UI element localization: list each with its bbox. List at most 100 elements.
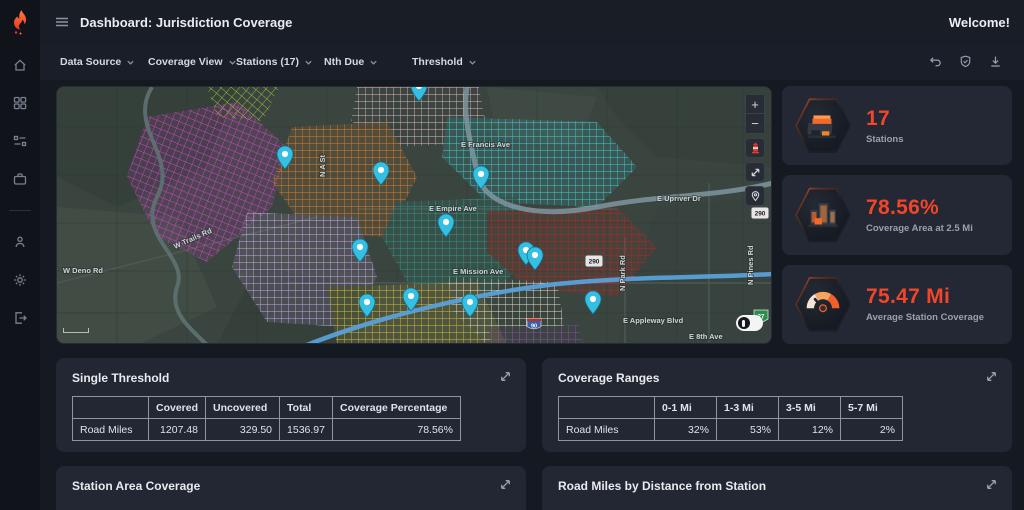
basemap-toggle[interactable] xyxy=(736,315,763,331)
cell-row-label: Road Miles xyxy=(559,419,655,441)
coverage-map[interactable]: E Francis Ave E Upriver Dr E Empire Ave … xyxy=(56,86,772,344)
expand-icon xyxy=(750,167,761,178)
sidebar xyxy=(0,0,40,510)
cell-uncovered: 329.50 xyxy=(206,419,280,441)
expand-icon[interactable] xyxy=(985,370,998,383)
street-label: N Park Rd xyxy=(618,255,627,291)
sidebar-item-settings[interactable] xyxy=(11,271,29,289)
shield-check-icon[interactable] xyxy=(958,54,974,70)
route-shield-290: 290 xyxy=(751,207,769,219)
th-uncovered: Uncovered xyxy=(206,397,280,419)
street-label: E Appleway Blvd xyxy=(623,316,684,325)
chevron-down-icon xyxy=(304,58,313,67)
stat-label: Coverage Area at 2.5 Mi xyxy=(866,223,973,234)
stat-value: 78.56% xyxy=(866,196,973,220)
cell-3-5: 12% xyxy=(779,419,841,441)
stat-card-coverage-area: 78.56% Coverage Area at 2.5 Mi xyxy=(782,175,1012,254)
th-blank xyxy=(559,397,655,419)
expand-icon[interactable] xyxy=(499,478,512,491)
street-label: E Empire Ave xyxy=(429,204,477,213)
toggle-knob xyxy=(738,317,750,329)
hydrant-layer-button[interactable] xyxy=(745,138,765,158)
download-icon[interactable] xyxy=(988,54,1004,70)
panel-title: Coverage Ranges xyxy=(558,371,996,385)
th-coverage-percentage: Coverage Percentage xyxy=(332,397,460,419)
sidebar-item-dashboards[interactable] xyxy=(11,94,29,112)
dropdown-stations[interactable]: Stations (17) xyxy=(236,56,324,68)
fire-station-icon xyxy=(794,97,852,155)
zoom-in-button[interactable]: + xyxy=(745,94,765,114)
stat-value: 17 xyxy=(866,107,903,131)
panel-title: Road Miles by Distance from Station xyxy=(558,479,996,493)
panel-title: Station Area Coverage xyxy=(72,479,510,493)
table-row: Road Miles 1207.48 329.50 1536.97 78.56% xyxy=(73,419,461,441)
dropdown-coverage-view[interactable]: Coverage View xyxy=(148,56,236,68)
stat-label: Average Station Coverage xyxy=(866,312,984,323)
location-pin-icon xyxy=(750,190,761,202)
panel-single-threshold: Single Threshold Covered Uncovered Total… xyxy=(56,358,526,452)
route-shield-290: 290 xyxy=(585,255,603,267)
map-scale-bar xyxy=(63,328,89,333)
map-canvas[interactable]: E Francis Ave E Upriver Dr E Empire Ave … xyxy=(57,87,772,344)
cell-1-3: 53% xyxy=(717,419,779,441)
sidebar-item-user[interactable] xyxy=(11,233,29,251)
sidebar-item-home[interactable] xyxy=(11,56,29,74)
expand-icon[interactable] xyxy=(985,478,998,491)
panel-road-miles-by-distance: Road Miles by Distance from Station xyxy=(542,466,1012,510)
chevron-down-icon xyxy=(126,58,135,67)
stats-column: 17 Stations 78.56% Coverage Area at 2.5 … xyxy=(782,86,1012,344)
street-label: N Pines Rd xyxy=(746,245,755,285)
street-label: N A St xyxy=(318,155,327,177)
filter-toolbar: Data Source Coverage View Stations (17) … xyxy=(40,44,1024,80)
table-row: Road Miles 32% 53% 12% 2% xyxy=(559,419,903,441)
top-header: Dashboard: Jurisdiction Coverage Welcome… xyxy=(40,0,1024,44)
hydrant-icon xyxy=(750,142,761,154)
street-label: E Mission Ave xyxy=(453,267,503,276)
cell-5-7: 2% xyxy=(841,419,903,441)
sidebar-item-projects[interactable] xyxy=(11,170,29,188)
panel-coverage-ranges: Coverage Ranges 0-1 Mi 1-3 Mi 3-5 Mi 5-7… xyxy=(542,358,1012,452)
dropdown-data-source[interactable]: Data Source xyxy=(60,56,148,68)
th-covered: Covered xyxy=(149,397,206,419)
street-label: E Francis Ave xyxy=(461,140,510,149)
menu-icon[interactable] xyxy=(54,14,70,30)
coverage-ranges-table: 0-1 Mi 1-3 Mi 3-5 Mi 5-7 Mi Road Miles 3… xyxy=(558,396,903,441)
dropdown-threshold[interactable]: Threshold xyxy=(412,56,500,68)
flame-logo-icon xyxy=(0,0,40,44)
svg-text:290: 290 xyxy=(755,211,766,218)
cell-0-1: 32% xyxy=(655,419,717,441)
sidebar-item-logout[interactable] xyxy=(11,309,29,327)
sidebar-divider xyxy=(9,210,31,211)
panel-title: Single Threshold xyxy=(72,371,510,385)
street-label: W Deno Rd xyxy=(63,266,103,275)
cell-coverage-percentage: 78.56% xyxy=(332,419,460,441)
interstate-shield-90: 90 xyxy=(527,319,541,330)
th-5-7: 5-7 Mi xyxy=(841,397,903,419)
fullscreen-button[interactable] xyxy=(745,162,765,182)
stat-card-avg-coverage: 75.47 Mi Average Station Coverage xyxy=(782,265,1012,344)
th-1-3: 1-3 Mi xyxy=(717,397,779,419)
map-controls: + − xyxy=(745,94,765,206)
sidebar-item-options[interactable] xyxy=(11,132,29,150)
stat-value: 75.47 Mi xyxy=(866,285,984,309)
cell-row-label: Road Miles xyxy=(73,419,149,441)
dropdown-nth-due[interactable]: Nth Due xyxy=(324,56,412,68)
panel-station-area-coverage: Station Area Coverage xyxy=(56,466,526,510)
cell-covered: 1207.48 xyxy=(149,419,206,441)
zoom-out-button[interactable]: − xyxy=(745,114,765,134)
cell-total: 1536.97 xyxy=(280,419,333,441)
expand-icon[interactable] xyxy=(499,370,512,383)
city-buildings-icon xyxy=(794,186,852,244)
app-root: Dashboard: Jurisdiction Coverage Welcome… xyxy=(0,0,1024,510)
single-threshold-table: Covered Uncovered Total Coverage Percent… xyxy=(72,396,461,441)
th-total: Total xyxy=(280,397,333,419)
undo-icon[interactable] xyxy=(928,54,944,70)
locate-button[interactable] xyxy=(745,186,765,206)
svg-text:290: 290 xyxy=(589,259,600,266)
page-title: Dashboard: Jurisdiction Coverage xyxy=(80,15,292,30)
stat-card-stations: 17 Stations xyxy=(782,86,1012,165)
svg-text:90: 90 xyxy=(531,323,537,329)
stat-label: Stations xyxy=(866,134,903,145)
welcome-text: Welcome! xyxy=(949,15,1010,30)
gauge-icon xyxy=(794,275,852,333)
